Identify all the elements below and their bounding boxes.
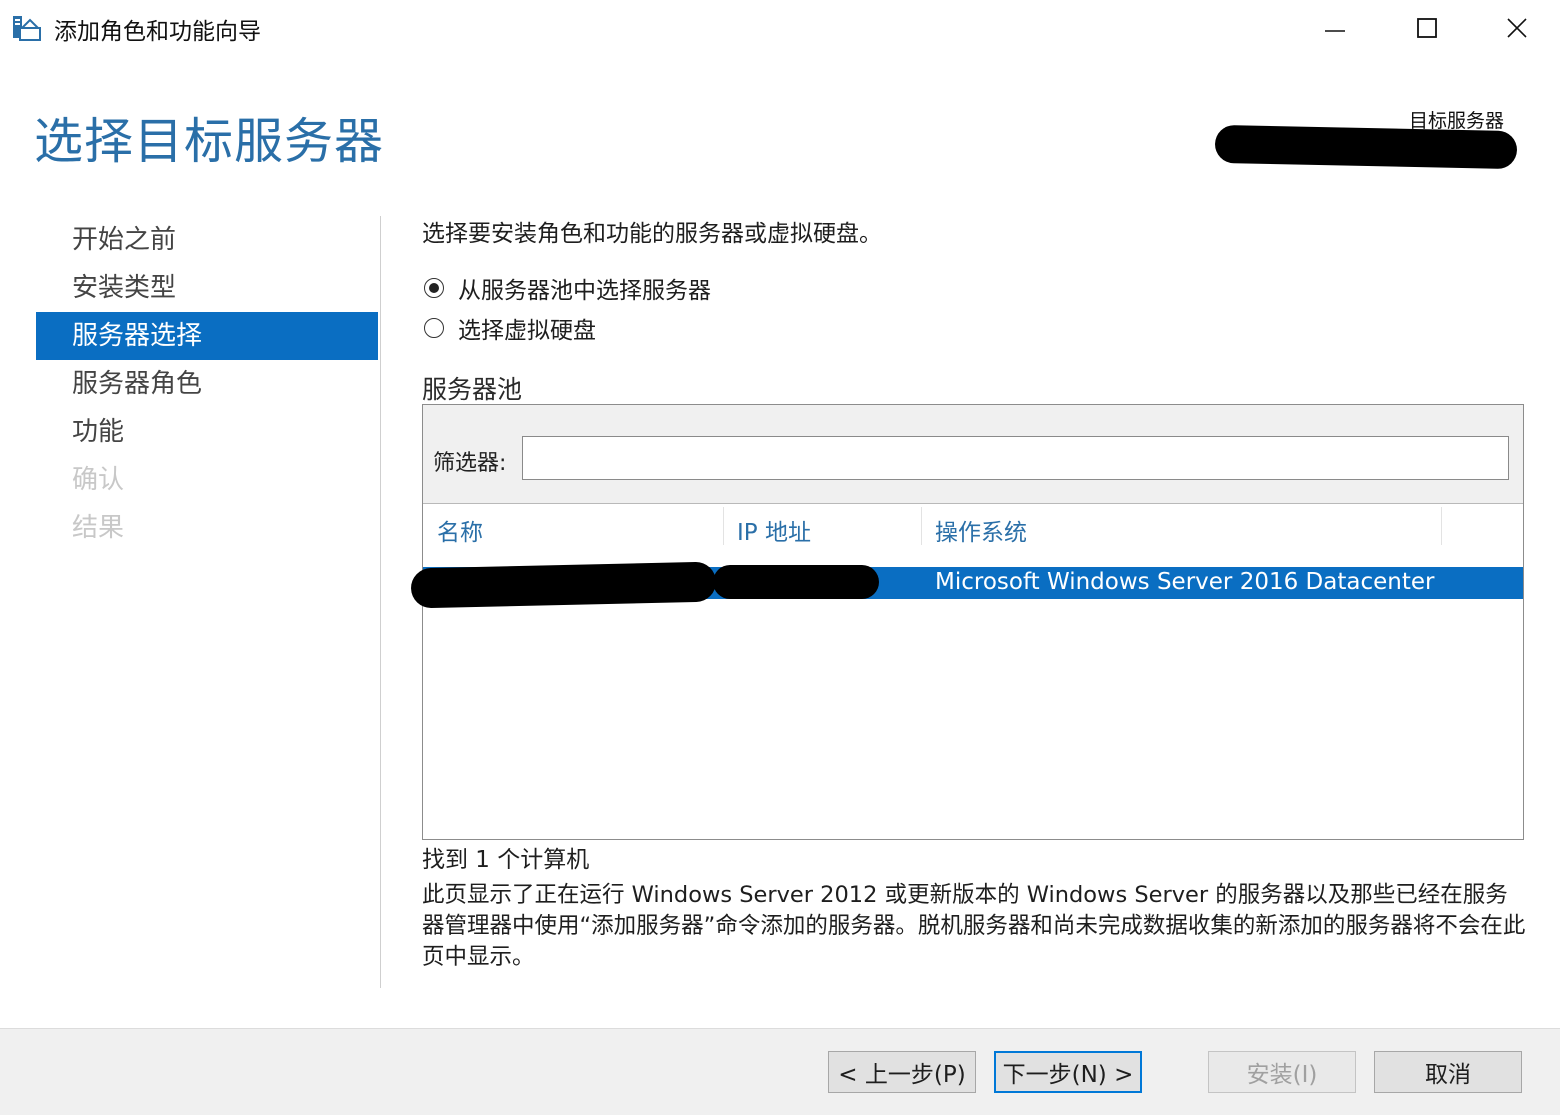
nav-item-features[interactable]: 功能 (36, 408, 378, 456)
table-row[interactable]: Microsoft Windows Server 2016 Datacenter (410, 561, 1523, 609)
nav-item-results: 结果 (72, 513, 125, 543)
filter-label: 筛选器: (433, 451, 507, 476)
minimize-icon (1325, 30, 1345, 32)
row-os-cell: Microsoft Windows Server 2016 Datacenter (935, 569, 1435, 595)
server-pool-heading: 服务器池 (422, 375, 523, 404)
install-button: 安装(I) (1208, 1051, 1356, 1093)
nav-item-before-you-begin[interactable]: 开始之前 (36, 216, 378, 264)
radio-select-from-pool[interactable]: 从服务器池中选择服务器 (424, 273, 784, 304)
radio-button-icon (424, 318, 444, 338)
maximize-icon (1417, 18, 1437, 38)
filter-input[interactable] (522, 436, 1509, 480)
nav-item-server-roles[interactable]: 服务器角色 (36, 360, 378, 408)
close-button[interactable] (1472, 0, 1560, 56)
redacted-target-server (1214, 124, 1518, 170)
cancel-button[interactable]: 取消 (1374, 1051, 1522, 1093)
page-title: 选择目标服务器 (34, 113, 385, 170)
next-button[interactable]: 下一步(N) > (994, 1051, 1142, 1093)
filter-bar: 筛选器: (423, 405, 1523, 504)
description-text: 此页显示了正在运行 Windows Server 2012 或更新版本的 Win… (422, 882, 1526, 970)
intro-text: 选择要安装角色和功能的服务器或虚拟硬盘。 (422, 221, 882, 247)
column-header-name[interactable]: 名称 (437, 513, 483, 547)
minimize-button[interactable] (1290, 0, 1380, 56)
previous-button[interactable]: < 上一步(P) (828, 1051, 976, 1093)
column-separator[interactable] (921, 507, 922, 545)
radio-select-vhd[interactable]: 选择虚拟硬盘 (424, 313, 784, 344)
close-icon (1507, 18, 1527, 38)
column-header-os[interactable]: 操作系统 (935, 513, 1027, 547)
column-separator[interactable] (723, 507, 724, 545)
redacted-ip-address (713, 565, 879, 599)
nav-item-confirmation: 确认 (72, 465, 125, 495)
redacted-server-name (410, 561, 717, 609)
radio-label: 选择虚拟硬盘 (458, 318, 596, 344)
nav-divider (380, 216, 381, 988)
server-manager-icon (12, 14, 42, 42)
found-count-text: 找到 1 个计算机 (422, 847, 590, 873)
maximize-button[interactable] (1382, 0, 1472, 56)
column-separator[interactable] (1441, 507, 1442, 545)
column-header-ip[interactable]: IP 地址 (737, 513, 811, 547)
footer-bar: < 上一步(P) 下一步(N) > 安装(I) 取消 (0, 1028, 1560, 1115)
title-bar: 添加角色和功能向导 (0, 0, 1560, 56)
grid-header: 名称 IP 地址 操作系统 (423, 505, 1523, 549)
nav-item-server-selection[interactable]: 服务器选择 (36, 312, 378, 360)
radio-label: 从服务器池中选择服务器 (458, 278, 711, 304)
nav-item-installation-type[interactable]: 安装类型 (36, 264, 378, 312)
window-title: 添加角色和功能向导 (54, 19, 261, 45)
radio-button-selected-icon (424, 278, 444, 298)
wizard-steps-nav: 开始之前 安装类型 服务器选择 服务器角色 功能 确认 结果 (36, 216, 378, 552)
server-pool-panel: 筛选器: 名称 IP 地址 操作系统 Microsoft Windows Ser… (410, 404, 1524, 840)
